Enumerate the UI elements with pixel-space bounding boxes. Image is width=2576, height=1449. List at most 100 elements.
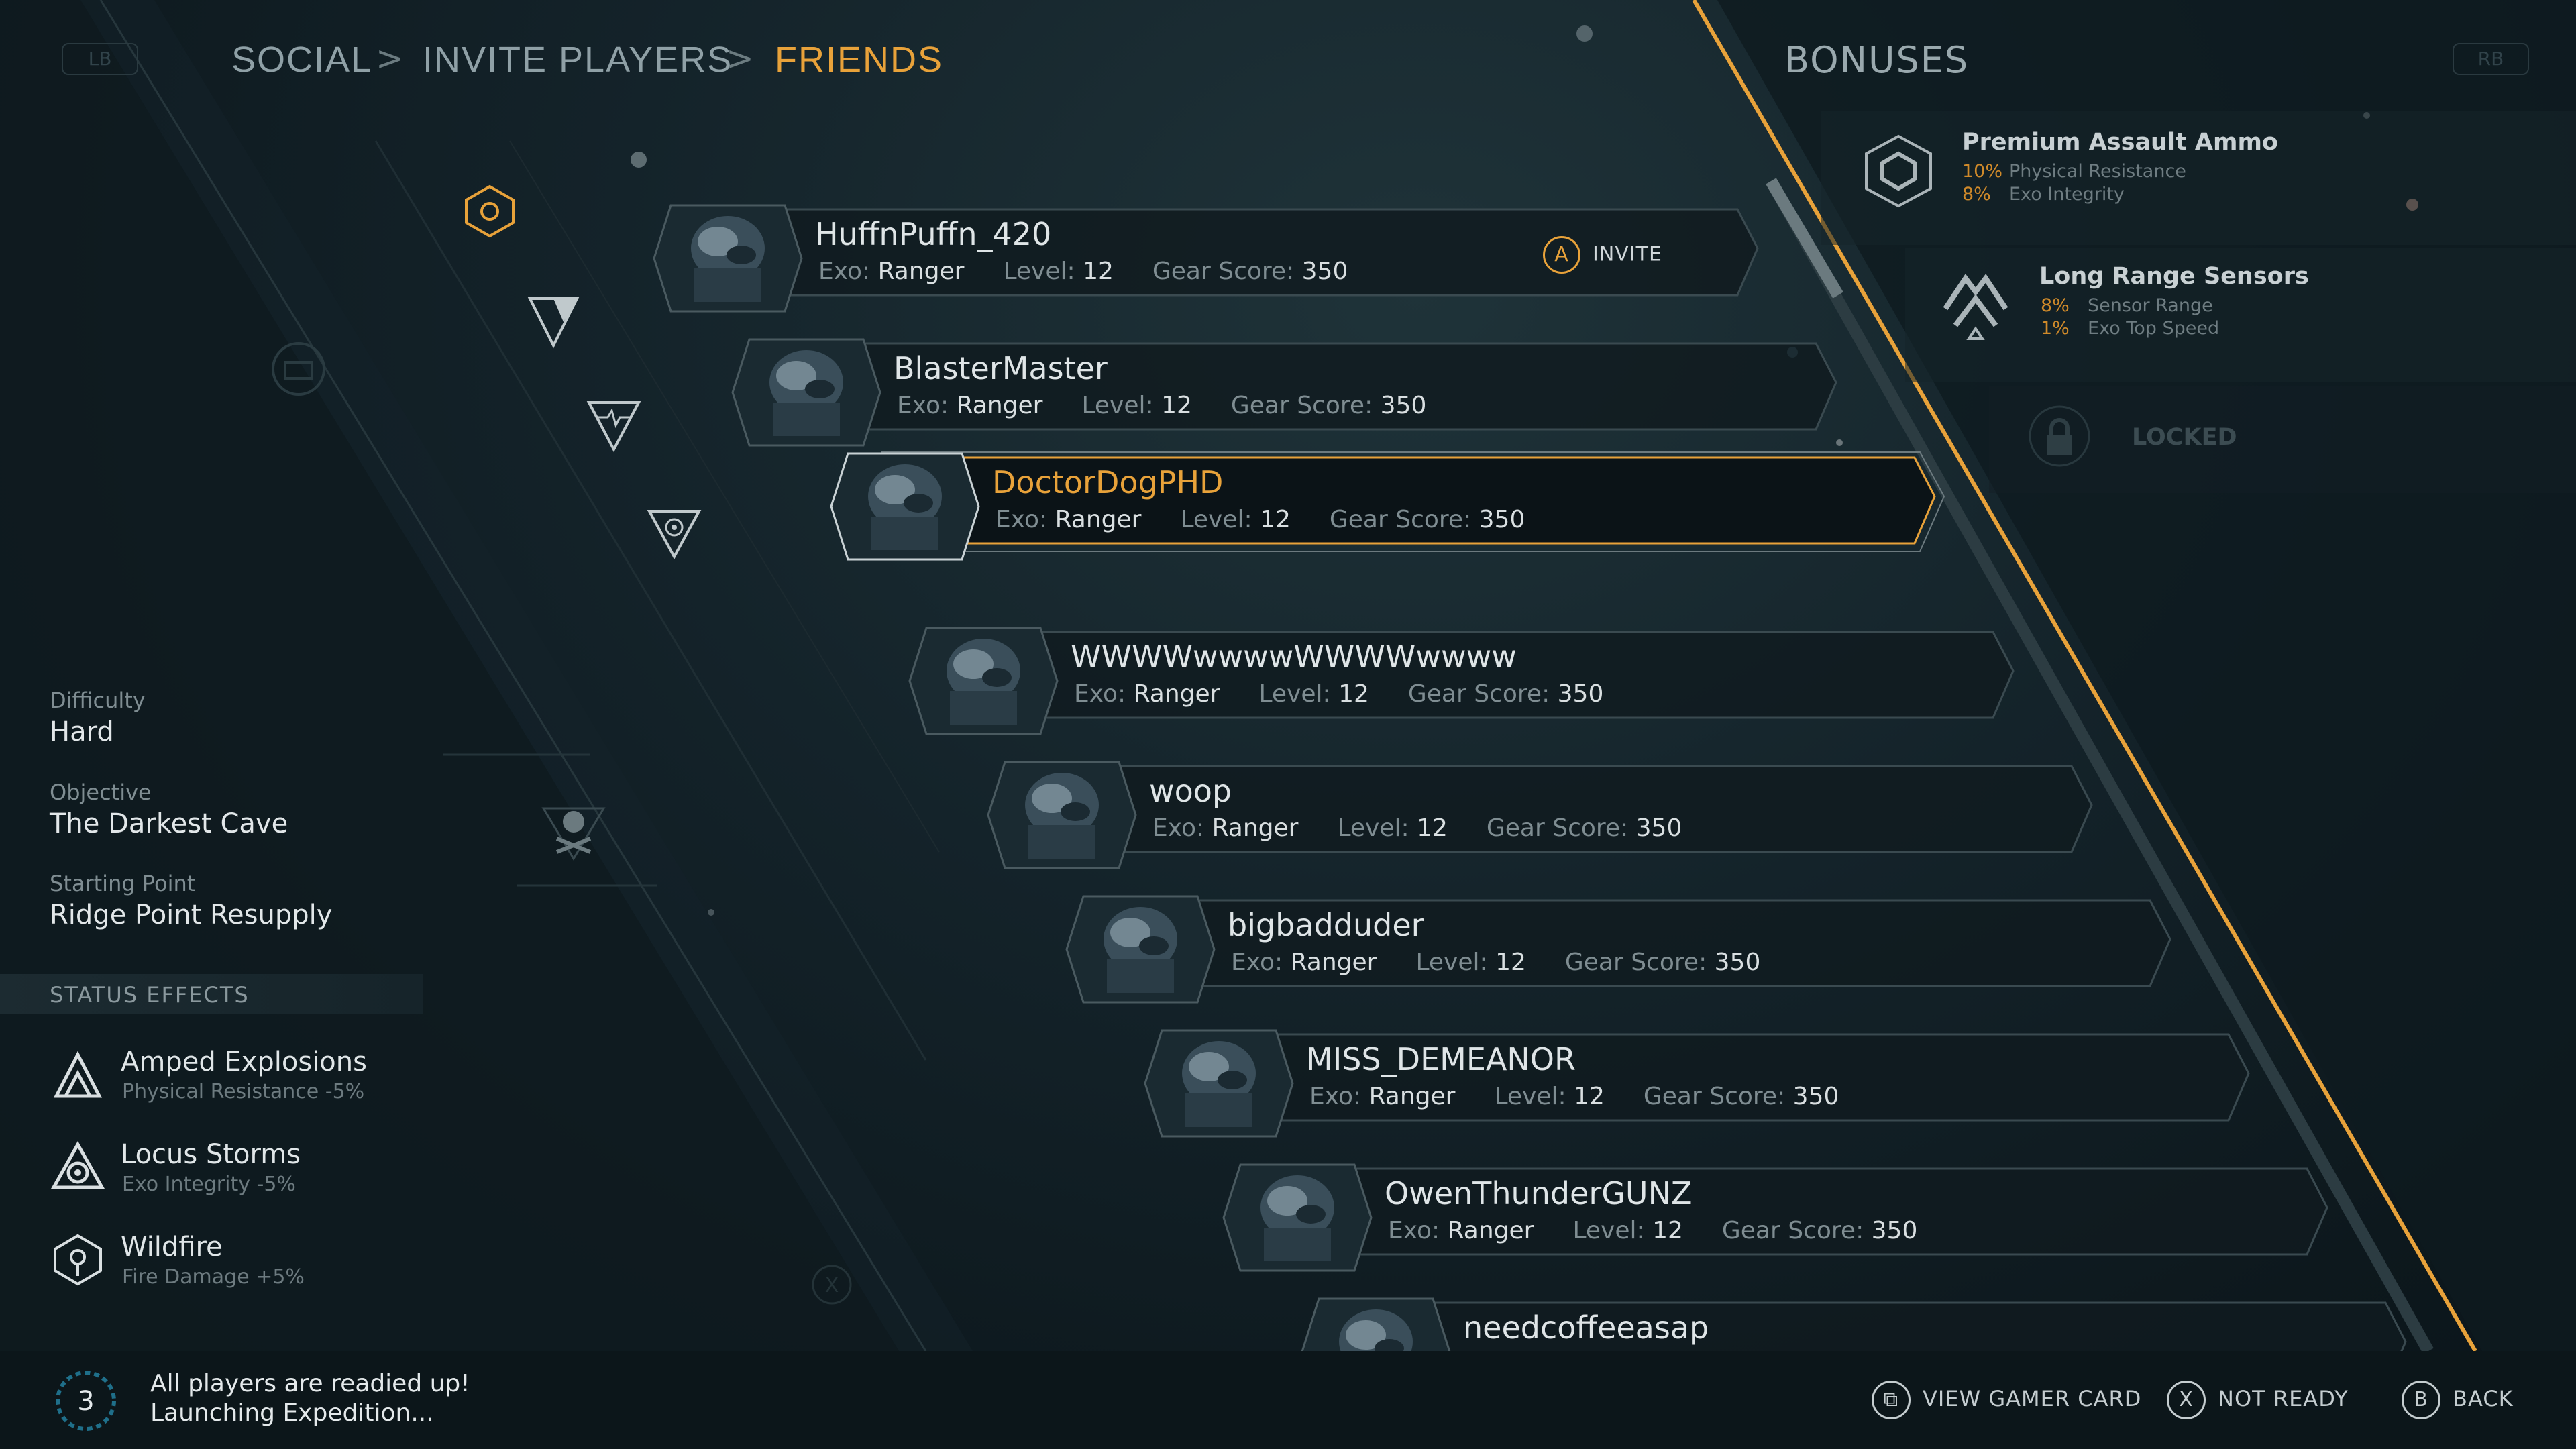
level-label: Level:: [1003, 258, 1075, 285]
player-row[interactable]: BlasterMaster Exo: Ranger Level: 12 Gear Sc…: [729, 335, 1856, 447]
rb-shoulder-hint[interactable]: RB: [2453, 43, 2529, 75]
player-name: HuffnPuffn_420: [815, 216, 1052, 252]
player-name: BlasterMaster: [894, 350, 1108, 386]
player-name: bigbadduder: [1228, 907, 1424, 943]
gear-label: Gear Score:: [1564, 949, 1707, 976]
player-name: WWWWwwwwWWWWwwww: [1071, 639, 1517, 675]
level-label: Level:: [1258, 680, 1331, 708]
level-value: 12: [1652, 1217, 1683, 1244]
player-row[interactable]: bigbadduder Exo: Ranger Level: 12 Gear Scor…: [1063, 892, 2190, 1004]
back-button[interactable]: B BACK: [2402, 1381, 2514, 1419]
bonus-name: Long Range Sensors: [2039, 263, 2309, 290]
effect-detail: Exo Integrity -5%: [122, 1173, 296, 1196]
gear-value: 350: [1714, 949, 1761, 976]
objective-label: Objective: [50, 780, 152, 805]
player-row[interactable]: DoctorDogPHD Exo: Ranger Level: 12 Gear Sco…: [828, 449, 1955, 561]
player-name: DoctorDogPHD: [992, 464, 1224, 500]
player-stats: Exo: Ranger Level: 12 Gear Score: 350: [1309, 1083, 1839, 1110]
player-stats: Exo: Ranger Level: 12 Gear Score: 350: [818, 258, 1348, 285]
not-ready-button[interactable]: X NOT READY: [2167, 1381, 2349, 1419]
triangle-tab-icon[interactable]: [523, 292, 584, 352]
exo-value: Ranger: [877, 258, 965, 285]
gear-label: Gear Score:: [1407, 680, 1550, 708]
player-name: MISS_DEMEANOR: [1306, 1041, 1576, 1077]
bonus-stat-line: 1% Exo Top Speed: [2041, 318, 2219, 339]
status-effects-header: STATUS EFFECTS: [0, 974, 423, 1014]
level-value: 12: [1083, 258, 1114, 285]
wildfire-icon: [54, 1234, 102, 1286]
hexagon-tab-icon[interactable]: [460, 181, 520, 241]
sensor-antenna-icon: [1943, 274, 2008, 340]
target-tab-icon[interactable]: [644, 503, 704, 564]
exo-label: Exo:: [996, 506, 1048, 533]
effect-name: Locus Storms: [121, 1139, 301, 1170]
player-name: woop: [1149, 773, 1232, 809]
status-effects-title: STATUS EFFECTS: [50, 982, 250, 1008]
level-label: Level:: [1337, 814, 1409, 842]
level-label: Level:: [1494, 1083, 1566, 1110]
exo-value: Ranger: [1368, 1083, 1456, 1110]
player-row[interactable]: HuffnPuffn_420 Exo: Ranger Level: 12 Gear S…: [651, 201, 1778, 313]
effect-detail: Fire Damage +5%: [122, 1265, 305, 1289]
exo-value: Ranger: [1447, 1217, 1534, 1244]
bonus-pct: 8%: [2041, 295, 2070, 316]
exo-label: Exo:: [1388, 1217, 1440, 1244]
level-value: 12: [1260, 506, 1291, 533]
level-label: Level:: [1415, 949, 1488, 976]
gear-value: 350: [1871, 1217, 1918, 1244]
bonus-pct: 10%: [1962, 161, 2003, 182]
gear-value: 350: [1301, 258, 1348, 285]
bank-tab-icon[interactable]: [268, 339, 329, 399]
player-stats: Exo: Ranger Level: 12 Gear Score: 350: [1074, 680, 1603, 708]
b-button-icon: B: [2402, 1381, 2440, 1419]
a-button-icon: A: [1543, 236, 1580, 274]
level-value: 12: [1417, 814, 1448, 842]
level-label: Level:: [1572, 1217, 1645, 1244]
view-gamer-card-label: VIEW GAMER CARD: [1923, 1386, 2142, 1411]
player-avatar: [1065, 895, 1216, 1004]
ready-message-line1: All players are readied up!: [150, 1370, 470, 1397]
bonus-stat-line: 10% Physical Resistance: [1962, 161, 2186, 182]
gear-value: 350: [1479, 506, 1525, 533]
x-button-icon: X: [2167, 1381, 2206, 1419]
view-gamer-card-button[interactable]: ⧉ VIEW GAMER CARD: [1872, 1381, 2141, 1419]
hexagon-ammo-icon: [1865, 134, 1932, 208]
difficulty-label: Difficulty: [50, 688, 146, 713]
bonus-stat: Exo Integrity: [2009, 184, 2125, 205]
gear-value: 350: [1792, 1083, 1839, 1110]
lb-shoulder-hint[interactable]: LB: [62, 43, 138, 75]
gear-label: Gear Score:: [1230, 392, 1373, 419]
invite-button[interactable]: A INVITE: [1543, 236, 1662, 274]
countdown-ring: 3: [56, 1371, 116, 1431]
not-ready-label: NOT READY: [2218, 1386, 2349, 1411]
player-row[interactable]: woop Exo: Ranger Level: 12 Gear Score: 350: [985, 758, 2112, 869]
amped-explosions-icon: [53, 1051, 103, 1098]
countdown-number: 3: [77, 1386, 94, 1417]
player-name: needcoffeeasap: [1463, 1309, 1709, 1346]
player-stats: Exo: Ranger Level: 12 Gear Score: 350: [897, 392, 1426, 419]
gear-label: Gear Score:: [1721, 1217, 1864, 1244]
level-value: 12: [1338, 680, 1369, 708]
player-row[interactable]: OwenThunderGUNZ Exo: Ranger Level: 12 Gear …: [1220, 1161, 2347, 1272]
exo-value: Ranger: [1055, 506, 1142, 533]
player-avatar: [830, 452, 980, 561]
heartbeat-tab-icon[interactable]: [584, 396, 644, 456]
gear-label: Gear Score:: [1643, 1083, 1786, 1110]
player-stats: Exo: Ranger Level: 12 Gear Score: 350: [1388, 1217, 1917, 1244]
breadcrumb-invite-players[interactable]: INVITE PLAYERS: [423, 39, 733, 80]
gear-label: Gear Score:: [1486, 814, 1629, 842]
effect-detail: Physical Resistance -5%: [122, 1080, 365, 1104]
gear-label: Gear Score:: [1152, 258, 1295, 285]
player-row[interactable]: MISS_DEMEANOR Exo: Ranger Level: 12 Gear Sc…: [1142, 1026, 2269, 1138]
bonus-pct: 1%: [2041, 318, 2070, 339]
player-avatar: [1222, 1163, 1373, 1272]
breadcrumb-social[interactable]: SOCIAL: [231, 39, 372, 80]
invite-label: INVITE: [1593, 242, 1662, 266]
exo-value: Ranger: [1290, 949, 1377, 976]
locus-storms-icon: [50, 1140, 105, 1189]
skull-tab-icon[interactable]: [537, 792, 610, 865]
player-row[interactable]: WWWWwwwwWWWWwwww Exo: Ranger Level: 12 Gear…: [906, 624, 2033, 735]
breadcrumb-friends[interactable]: FRIENDS: [775, 39, 943, 80]
close-icon[interactable]: X: [808, 1261, 855, 1308]
view-button-icon: ⧉: [1872, 1381, 1911, 1419]
